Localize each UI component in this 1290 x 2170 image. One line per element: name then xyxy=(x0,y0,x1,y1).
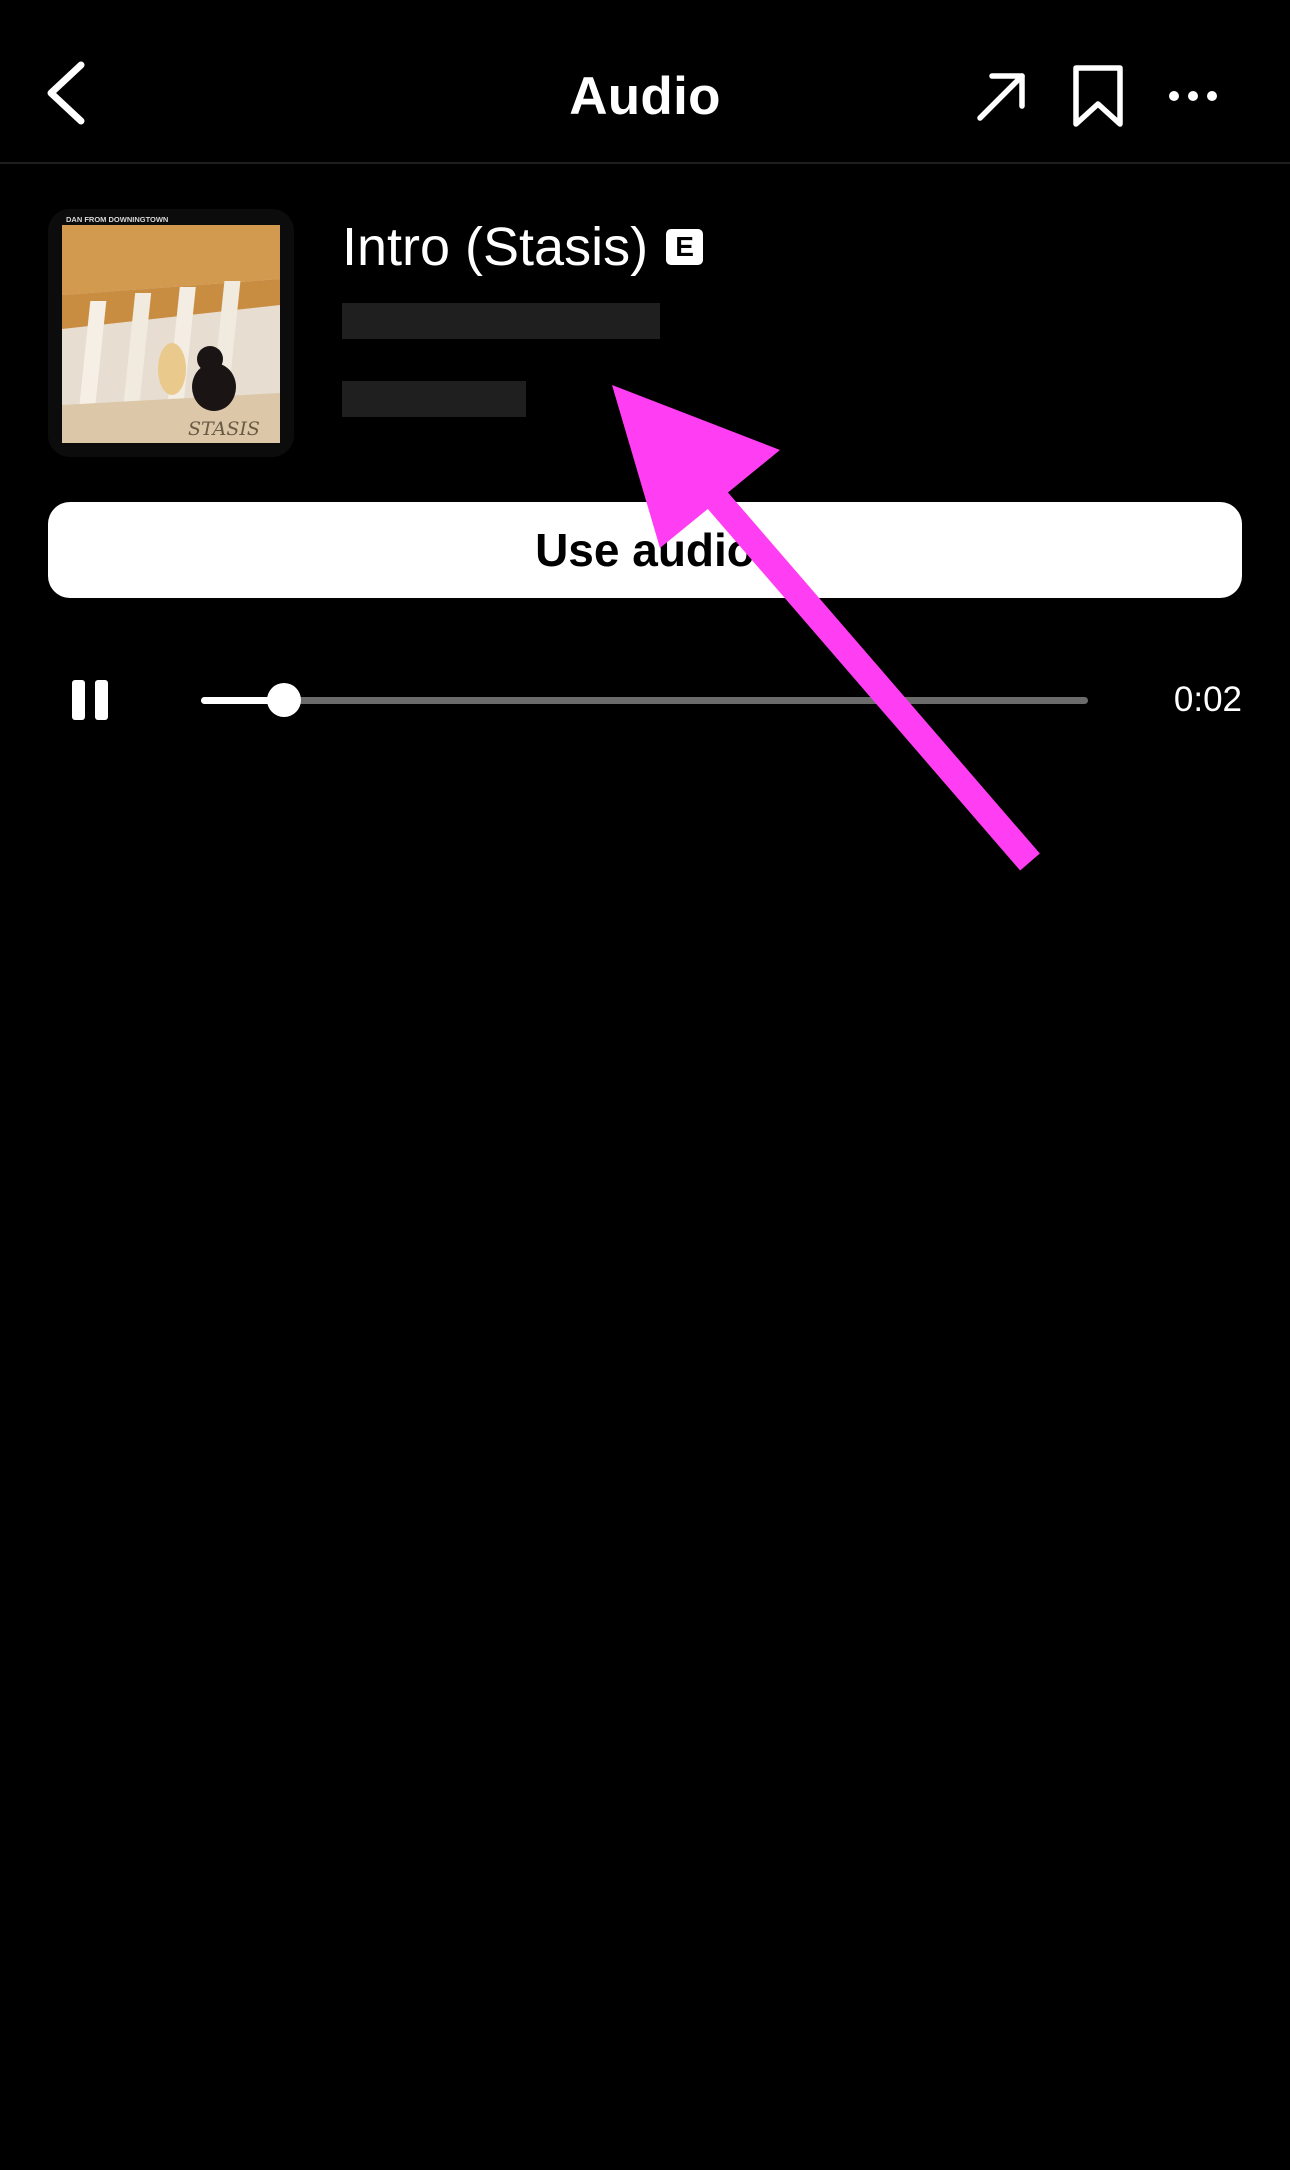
playback-time: 0:02 xyxy=(1173,680,1242,719)
explicit-badge: E xyxy=(666,229,704,265)
top-bar: Audio xyxy=(0,0,1290,164)
arrow-up-right-icon xyxy=(974,68,1030,129)
track-title-row: Intro (Stasis) E xyxy=(342,212,704,282)
redacted-reels-count xyxy=(342,381,526,417)
redacted-artist-name xyxy=(342,303,660,339)
use-audio-button[interactable]: Use audio xyxy=(48,502,1242,598)
ellipsis-icon xyxy=(1168,89,1218,108)
album-art: DAN FROM DOWNINGTOWN STASIS xyxy=(48,209,294,457)
progress-thumb[interactable] xyxy=(267,683,302,717)
album-art-top-text: DAN FROM DOWNINGTOWN xyxy=(66,215,168,224)
pause-icon xyxy=(72,680,108,720)
track-title: Intro (Stasis) xyxy=(342,217,649,277)
use-audio-label: Use audio xyxy=(535,524,755,576)
share-button[interactable] xyxy=(962,58,1042,138)
bookmark-icon xyxy=(1070,64,1126,133)
album-art-bottom-text: STASIS xyxy=(188,418,260,440)
progress-slider[interactable] xyxy=(201,683,1088,717)
more-options-button[interactable] xyxy=(1153,58,1233,138)
save-button[interactable] xyxy=(1058,58,1138,138)
pause-button[interactable] xyxy=(60,665,120,735)
